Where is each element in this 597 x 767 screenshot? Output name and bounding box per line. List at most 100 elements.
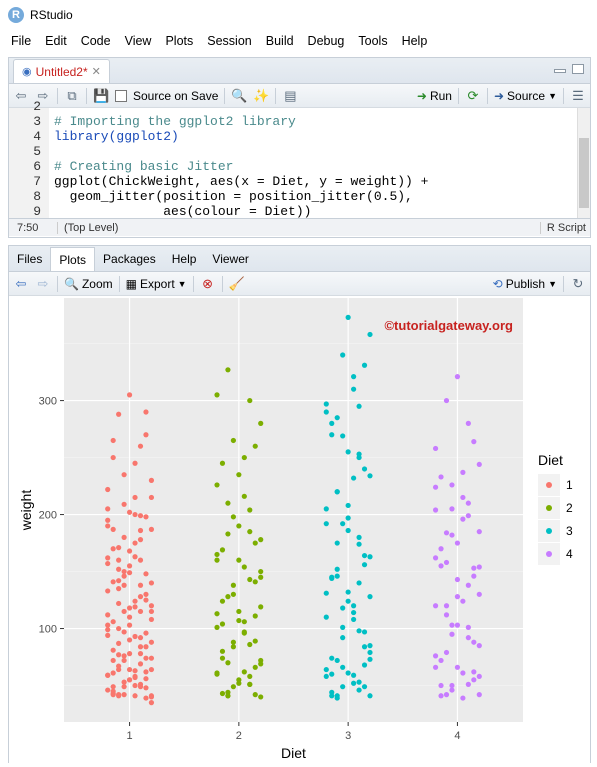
data-point-diet-1 xyxy=(143,432,149,438)
y-tick-label: 100 xyxy=(39,624,57,636)
data-point-diet-3 xyxy=(340,433,346,439)
data-point-diet-2 xyxy=(225,594,231,600)
publish-button[interactable]: ⟲ Publish ▼ xyxy=(493,277,557,291)
data-point-diet-1 xyxy=(126,666,133,673)
data-point-diet-3 xyxy=(329,432,335,438)
tab-files[interactable]: Files xyxy=(9,247,50,271)
code-line[interactable]: 7 ggplot(ChickWeight, aes(x = Diet, y = w… xyxy=(9,174,584,189)
data-point-diet-3 xyxy=(345,598,351,604)
data-point-diet-4 xyxy=(432,484,439,490)
next-plot-icon[interactable]: ⇨ xyxy=(35,276,51,292)
x-tick-label: 1 xyxy=(127,730,133,742)
tab-title: Untitled2* xyxy=(35,64,88,79)
data-point-diet-1 xyxy=(121,573,127,579)
previous-plot-icon[interactable]: ⇦ xyxy=(13,276,29,292)
code-line[interactable]: 4 library(ggplot2) xyxy=(9,129,584,144)
data-point-diet-4 xyxy=(465,582,471,588)
line-number: 7 xyxy=(33,174,41,189)
data-point-diet-2 xyxy=(214,551,220,558)
data-point-diet-2 xyxy=(219,460,226,466)
close-icon[interactable]: ✕ xyxy=(92,65,101,78)
data-point-diet-4 xyxy=(460,695,466,701)
data-point-diet-1 xyxy=(132,460,138,466)
data-point-diet-3 xyxy=(340,624,346,630)
data-point-diet-2 xyxy=(241,493,247,499)
menu-item-debug[interactable]: Debug xyxy=(301,34,352,48)
menu-item-build[interactable]: Build xyxy=(259,34,301,48)
data-point-diet-3 xyxy=(329,689,335,695)
data-point-diet-2 xyxy=(230,582,236,588)
code-editor[interactable]: 2 3 # Importing the ggplot2 library 4 librar… xyxy=(9,99,590,219)
menu-item-session[interactable]: Session xyxy=(200,34,258,48)
scope-selector[interactable]: (Top Level) xyxy=(57,221,118,234)
data-point-diet-1 xyxy=(126,605,133,611)
data-point-diet-1 xyxy=(116,586,122,592)
data-point-diet-1 xyxy=(121,608,127,615)
zoom-button[interactable]: 🔍 Zoom xyxy=(64,277,113,291)
maximize-pane-button[interactable] xyxy=(572,64,584,74)
code-line[interactable]: 8 geom_jitter(position = position_jitter… xyxy=(9,189,584,204)
file-type-selector[interactable]: R Script xyxy=(539,221,586,234)
data-point-diet-2 xyxy=(258,661,264,667)
data-point-diet-3 xyxy=(329,574,335,580)
remove-plot-icon[interactable]: ⊗ xyxy=(200,276,216,292)
data-point-diet-3 xyxy=(367,656,373,662)
data-point-diet-3 xyxy=(361,552,368,559)
tab-packages[interactable]: Packages xyxy=(95,247,164,271)
clear-all-broom-icon[interactable]: 🧹 xyxy=(229,276,245,292)
menu-item-plots[interactable]: Plots xyxy=(158,34,200,48)
minimize-pane-button[interactable] xyxy=(554,69,566,73)
data-point-diet-1 xyxy=(126,548,133,554)
legend-key-diet-3 xyxy=(546,528,552,534)
data-point-diet-3 xyxy=(351,386,357,392)
code-line[interactable]: 5 xyxy=(9,144,584,159)
data-point-diet-1 xyxy=(148,477,155,483)
menu-item-edit[interactable]: Edit xyxy=(38,34,74,48)
data-point-diet-3 xyxy=(356,541,362,547)
data-point-diet-3 xyxy=(323,506,329,512)
data-point-diet-3 xyxy=(340,684,346,690)
export-label: Export xyxy=(139,276,175,291)
data-point-diet-2 xyxy=(252,579,258,585)
data-point-diet-2 xyxy=(230,639,236,645)
refresh-icon[interactable]: ↻ xyxy=(570,276,586,292)
data-point-diet-2 xyxy=(219,648,226,654)
data-point-diet-4 xyxy=(438,546,444,552)
data-point-diet-1 xyxy=(105,612,111,618)
data-point-diet-4 xyxy=(454,664,461,670)
menu-item-file[interactable]: File xyxy=(4,34,38,48)
data-point-diet-1 xyxy=(105,560,111,567)
data-point-diet-3 xyxy=(356,403,362,409)
data-point-diet-4 xyxy=(454,594,461,600)
tab-untitled2[interactable]: ◉ Untitled2* ✕ xyxy=(13,59,110,83)
tab-help[interactable]: Help xyxy=(164,247,205,271)
data-point-diet-2 xyxy=(247,576,253,583)
menu-item-code[interactable]: Code xyxy=(74,34,118,48)
data-point-diet-1 xyxy=(132,633,138,640)
data-point-diet-4 xyxy=(454,622,461,628)
menu-item-help[interactable]: Help xyxy=(395,34,435,48)
data-point-diet-1 xyxy=(110,684,116,690)
zoom-label: Zoom xyxy=(81,276,113,291)
code-line[interactable]: 9 aes(colour = Diet)) xyxy=(9,204,584,219)
pane-splitter[interactable] xyxy=(0,238,597,245)
data-point-diet-2 xyxy=(214,482,220,488)
code-line[interactable]: 6 # Creating basic Jitter xyxy=(9,159,584,174)
legend-key-diet-1 xyxy=(546,482,552,488)
code-line[interactable]: 2 xyxy=(9,99,584,114)
data-point-diet-1 xyxy=(137,443,144,449)
data-point-diet-1 xyxy=(143,597,149,603)
code-line[interactable]: 3 # Importing the ggplot2 library xyxy=(9,114,584,129)
data-point-diet-1 xyxy=(132,674,138,681)
export-button[interactable]: ▦ Export ▼ xyxy=(126,277,187,291)
data-point-diet-3 xyxy=(329,671,335,677)
data-point-diet-3 xyxy=(351,374,357,380)
data-point-diet-2 xyxy=(236,617,242,624)
menu-item-view[interactable]: View xyxy=(118,34,159,48)
tab-plots[interactable]: Plots xyxy=(50,247,96,271)
export-icon: ▦ xyxy=(125,276,137,291)
data-point-diet-4 xyxy=(443,692,450,698)
data-point-diet-3 xyxy=(351,616,357,623)
menu-item-tools[interactable]: Tools xyxy=(351,34,394,48)
tab-viewer[interactable]: Viewer xyxy=(204,247,256,271)
